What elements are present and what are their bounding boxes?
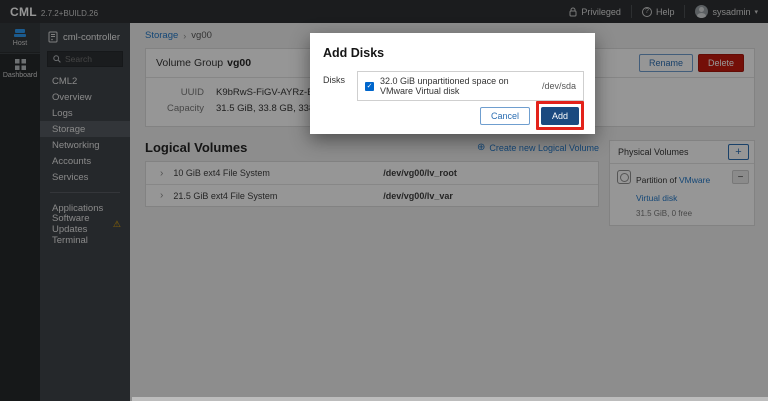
add-button[interactable]: Add <box>541 107 579 125</box>
disks-label: Disks <box>323 71 349 101</box>
disk-option-device: /dev/sda <box>542 81 576 91</box>
modal-body: Disks ✓ 32.0 GiB unpartitioned space on … <box>323 71 584 101</box>
horizontal-scrollbar[interactable] <box>132 397 768 401</box>
cml-app-window: CML 2.7.2+BUILD.26 Privileged ? Help sys… <box>0 0 768 401</box>
modal-title: Add Disks <box>323 46 584 60</box>
add-disks-modal: Add Disks Disks ✓ 32.0 GiB unpartitioned… <box>310 33 595 134</box>
disk-checkbox[interactable]: ✓ <box>365 82 374 91</box>
disk-option-row[interactable]: ✓ 32.0 GiB unpartitioned space on VMware… <box>358 72 583 100</box>
disk-option-label: 32.0 GiB unpartitioned space on VMware V… <box>380 76 536 96</box>
annotation-highlight-box: Add <box>536 101 584 130</box>
cancel-button[interactable]: Cancel <box>480 107 530 125</box>
disk-list: ✓ 32.0 GiB unpartitioned space on VMware… <box>357 71 584 101</box>
modal-footer: Cancel Add <box>323 101 584 130</box>
